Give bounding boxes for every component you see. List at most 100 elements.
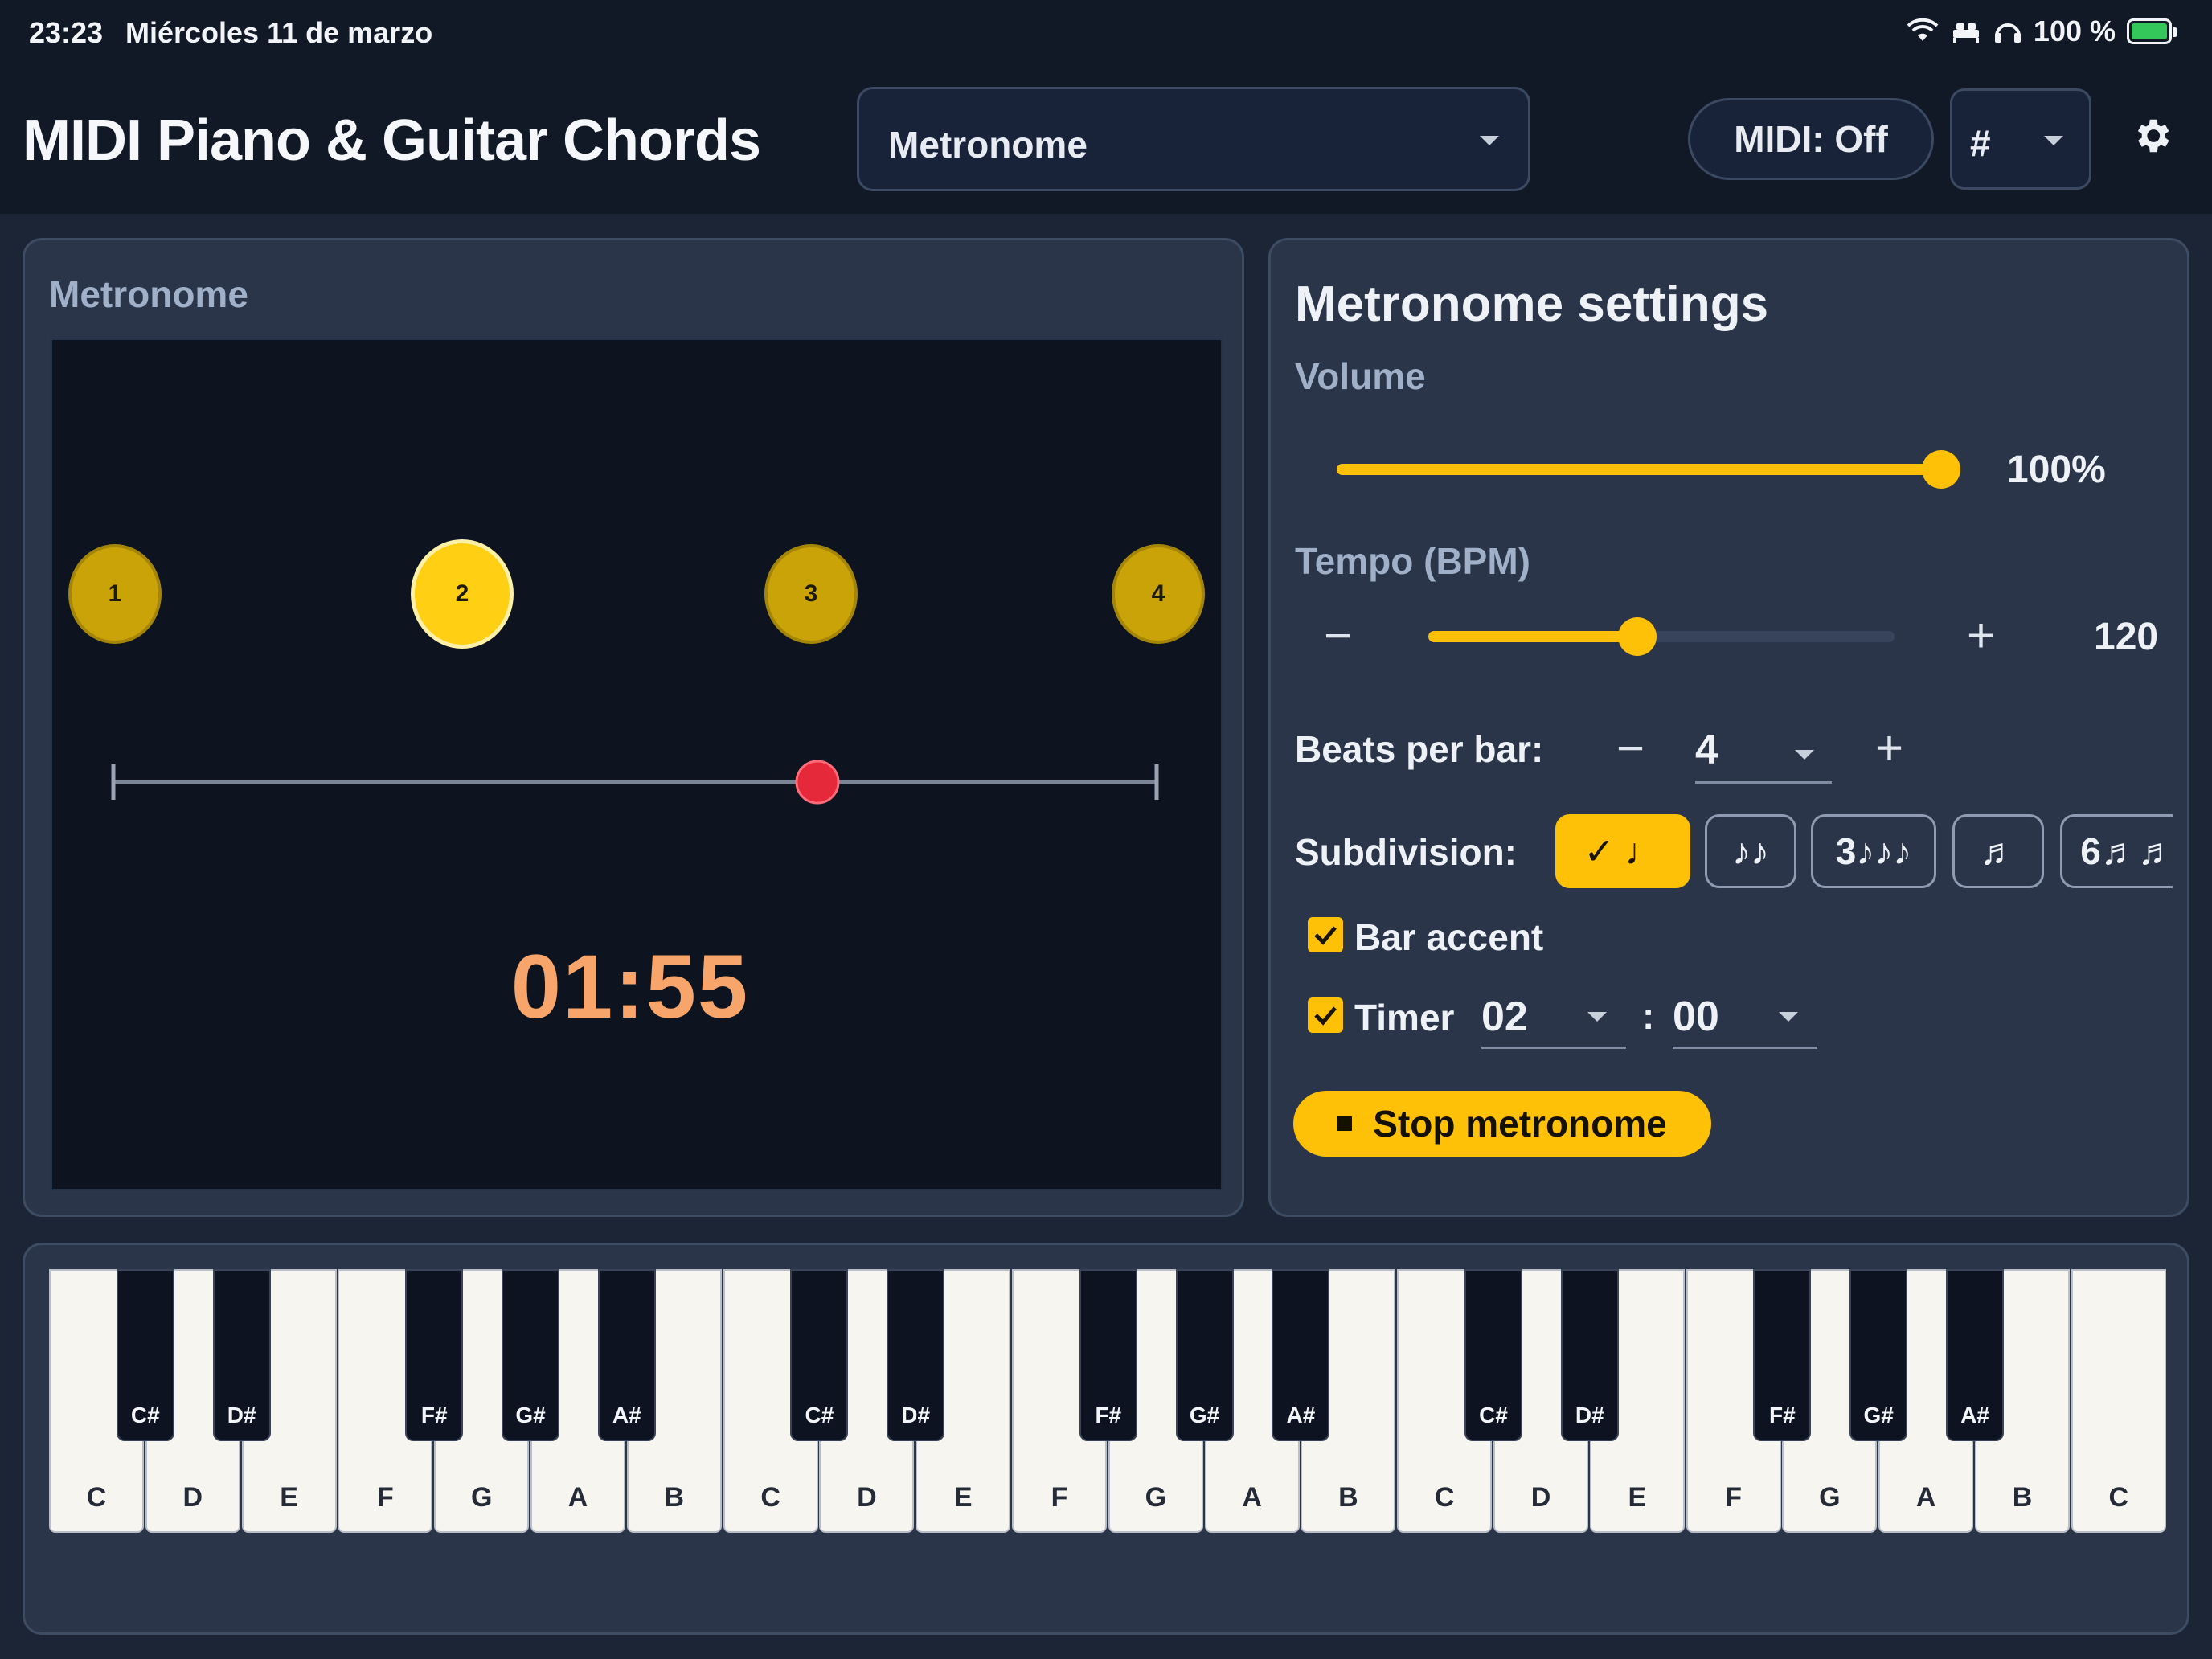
subdivision-triplet-button[interactable]: 3♪♪♪ <box>1811 814 1936 888</box>
mode-select[interactable]: Metronome <box>857 87 1530 191</box>
piano-key-label: B <box>2012 1482 2033 1513</box>
piano-key-label: D# <box>227 1403 256 1428</box>
subdivision-sextuplet-button[interactable]: 6♬♬ <box>2060 814 2173 888</box>
tempo-slider-thumb[interactable] <box>1618 617 1657 656</box>
status-icons: 100 % <box>1907 14 2177 48</box>
piano-key-label: G# <box>1189 1403 1220 1428</box>
piano-key-label: D# <box>1575 1403 1604 1428</box>
volume-label: Volume <box>1295 355 1426 397</box>
chevron-down-icon <box>1795 750 1814 760</box>
piano-key-label: C# <box>130 1403 160 1428</box>
battery-percent: 100 % <box>2033 14 2116 47</box>
piano-black-key[interactable]: A# <box>1272 1269 1330 1441</box>
piano-key-label: D <box>1530 1482 1551 1513</box>
piano-key-label: C <box>760 1482 780 1513</box>
piano-key-label: C <box>86 1482 107 1513</box>
check-icon <box>1314 926 1337 945</box>
beats-per-bar-select[interactable]: 4 <box>1695 723 1832 784</box>
timer-seconds-value: 00 <box>1673 993 1719 1040</box>
subdivision-options: ✓ ♩ ♪♪ 3♪♪♪ ♬ 6♬♬ <box>1555 813 2173 893</box>
beat-indicator-3: 3 <box>764 544 858 644</box>
piano-black-key[interactable]: D# <box>1560 1269 1619 1441</box>
timer-minutes-select[interactable]: 02 <box>1481 988 1626 1049</box>
beat-indicator-1: 1 <box>68 544 162 644</box>
subdivision-label: Subdivision: <box>1295 831 1517 873</box>
timer-minutes-value: 02 <box>1481 993 1528 1040</box>
piano-black-key[interactable]: G# <box>502 1269 559 1441</box>
piano-key-label: E <box>953 1482 973 1513</box>
timer-checkbox[interactable] <box>1308 997 1343 1033</box>
metronome-panel-label: Metronome <box>49 273 248 315</box>
volume-slider-thumb[interactable] <box>1922 450 1960 489</box>
volume-value: 100% <box>2007 449 2106 491</box>
piano-key-label: G <box>470 1482 493 1513</box>
tempo-increase-button[interactable]: + <box>1967 612 1995 660</box>
piano-black-key[interactable]: D# <box>887 1269 945 1441</box>
piano-key-label: B <box>664 1482 685 1513</box>
piano-key-label: C <box>1434 1482 1455 1513</box>
piano-black-key[interactable]: C# <box>1464 1269 1522 1441</box>
piano-key-label: A <box>1915 1482 1936 1513</box>
piano-key-label: B <box>1338 1482 1358 1513</box>
stop-metronome-label: Stop metronome <box>1373 1103 1667 1145</box>
piano-key-label: C <box>2108 1482 2129 1513</box>
stop-metronome-button[interactable]: Stop metronome <box>1293 1091 1711 1157</box>
piano-black-key[interactable]: D# <box>212 1269 271 1441</box>
beats-per-bar-value: 4 <box>1695 727 1718 773</box>
piano-key-label: D# <box>901 1403 931 1428</box>
beats-decrease-button[interactable]: − <box>1616 724 1645 772</box>
piano-black-key[interactable]: F# <box>1753 1269 1812 1441</box>
app-title: MIDI Piano & Guitar Chords <box>23 109 761 173</box>
settings-title: Metronome settings <box>1295 276 1769 332</box>
piano-key-label: A# <box>612 1403 641 1428</box>
piano-black-key[interactable]: A# <box>1946 1269 2004 1441</box>
subdivision-quarter-button[interactable]: ✓ ♩ <box>1555 814 1690 888</box>
accidental-select[interactable]: # <box>1950 88 2091 190</box>
chevron-down-icon <box>2044 136 2063 145</box>
beat-indicator-2: 2 <box>411 539 514 649</box>
piano-key-label: F <box>1051 1482 1068 1513</box>
piano-black-key[interactable]: A# <box>597 1269 656 1441</box>
piano-key-label: G# <box>515 1403 546 1428</box>
tempo-label: Tempo (BPM) <box>1295 540 1531 582</box>
app-bar: MIDI Piano & Guitar Chords Metronome MID… <box>0 64 2212 214</box>
status-bar: 23:23 Miércoles 11 de marzo 100 % <box>0 0 2212 64</box>
piano-white-key[interactable]: C <box>2071 1269 2166 1533</box>
piano-key-label: C# <box>1479 1403 1508 1428</box>
accidental-select-value: # <box>1970 122 1991 164</box>
piano-black-key[interactable]: F# <box>405 1269 464 1441</box>
chevron-down-icon <box>1779 1012 1798 1022</box>
mode-select-value: Metronome <box>888 124 1088 166</box>
timer-separator: : <box>1642 995 1655 1037</box>
piano-black-key[interactable]: G# <box>1175 1269 1234 1441</box>
timer-seconds-select[interactable]: 00 <box>1673 988 1817 1049</box>
piano-key-label: F# <box>420 1403 448 1428</box>
subdivision-sixteenth-button[interactable]: ♬ <box>1952 814 2044 888</box>
beat-indicator-4: 4 <box>1112 544 1205 644</box>
gear-icon[interactable] <box>2130 114 2173 158</box>
bar-accent-checkbox[interactable] <box>1308 917 1343 952</box>
status-date: Miércoles 11 de marzo <box>125 16 433 49</box>
midi-toggle-button[interactable]: MIDI: Off <box>1688 98 1934 180</box>
metronome-settings-panel: Metronome settings Volume 100% Tempo (BP… <box>1268 238 2189 1217</box>
piano-panel: C D E F G A B C D E F G A B C D E F G A B C C# D# F# G# A# C# D# F# G#… <box>23 1243 2189 1635</box>
volume-slider-fill <box>1337 464 1948 475</box>
piano-key-label: F <box>377 1482 394 1513</box>
tempo-decrease-button[interactable]: − <box>1324 612 1352 660</box>
pendulum-track <box>111 760 1159 805</box>
piano-black-key[interactable]: C# <box>790 1269 849 1441</box>
piano-key-label: A# <box>1960 1403 1989 1428</box>
piano-key-label: G <box>1145 1482 1167 1513</box>
subdivision-eighth-button[interactable]: ♪♪ <box>1705 814 1796 888</box>
beats-per-bar-label: Beats per bar: <box>1295 728 1544 770</box>
beats-increase-button[interactable]: + <box>1875 724 1903 772</box>
piano-black-key[interactable]: C# <box>116 1269 174 1441</box>
piano-black-key[interactable]: G# <box>1849 1269 1908 1441</box>
timer-label: Timer <box>1354 997 1455 1038</box>
piano-key-label: A <box>1242 1482 1262 1513</box>
piano-key-label: G# <box>1863 1403 1894 1428</box>
piano-key-label: G <box>1819 1482 1841 1513</box>
piano-black-key[interactable]: F# <box>1079 1269 1137 1441</box>
stop-icon <box>1337 1116 1353 1131</box>
piano-key-label: A# <box>1286 1403 1316 1428</box>
